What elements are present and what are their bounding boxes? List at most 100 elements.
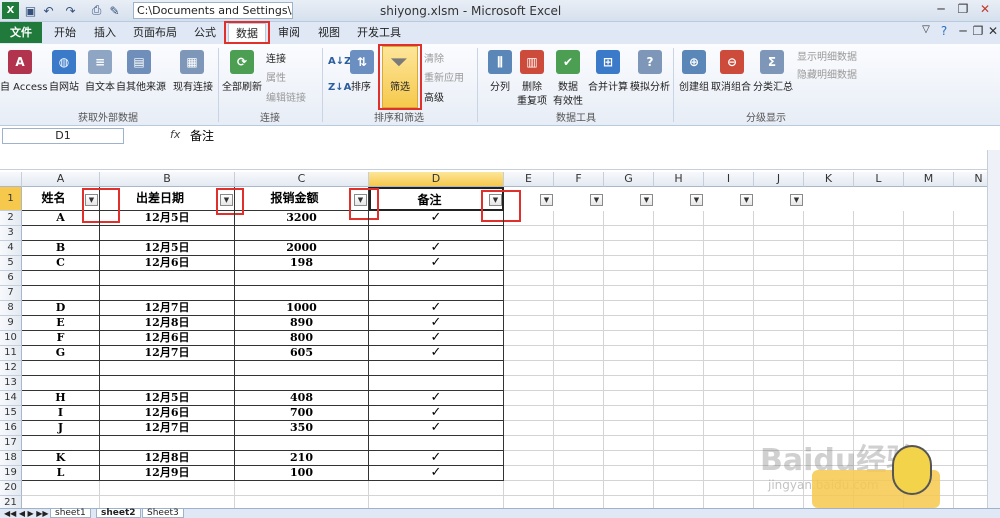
empty-cell[interactable] (604, 286, 654, 301)
empty-cell[interactable] (504, 466, 554, 481)
column-header[interactable]: D (369, 172, 504, 187)
brush-icon[interactable]: ✎ (106, 2, 123, 19)
empty-cell[interactable] (654, 421, 704, 436)
empty-cell[interactable] (704, 271, 754, 286)
ungroup-button[interactable]: 取消组合 (710, 78, 752, 93)
empty-cell[interactable] (554, 451, 604, 466)
empty-cell[interactable] (554, 256, 604, 271)
empty-cell[interactable] (654, 481, 704, 496)
cell-amount[interactable] (235, 271, 369, 286)
tab-developer[interactable]: 开发工具 (350, 23, 408, 43)
empty-cell[interactable] (854, 226, 904, 241)
cell-note[interactable] (369, 361, 504, 376)
column-header[interactable]: J (754, 172, 804, 187)
row-header[interactable]: 4 (0, 241, 22, 256)
empty-cell[interactable] (754, 301, 804, 316)
empty-cell[interactable] (754, 271, 804, 286)
restore-icon[interactable]: ❐ (952, 2, 974, 19)
remove-duplicates-label-1[interactable]: 删除 (514, 78, 550, 93)
group-button[interactable]: 创建组 (676, 78, 712, 93)
empty-cell[interactable] (854, 211, 904, 226)
empty-cell[interactable] (704, 256, 754, 271)
filter-dropdown-icon[interactable]: ▼ (790, 194, 803, 206)
empty-cell[interactable] (604, 226, 654, 241)
undo-icon[interactable]: ↶ (40, 2, 57, 19)
empty-cell[interactable] (604, 421, 654, 436)
empty-cell[interactable] (704, 421, 754, 436)
empty-cell[interactable] (604, 241, 654, 256)
empty-cell[interactable] (754, 376, 804, 391)
column-header[interactable]: L (854, 172, 904, 187)
sheet-tab-3[interactable]: Sheet3 (142, 509, 184, 518)
cell-name[interactable]: K (22, 451, 100, 466)
cell-amount[interactable]: 700 (235, 406, 369, 421)
row-header[interactable]: 20 (0, 481, 22, 496)
empty-cell[interactable] (654, 391, 704, 406)
cell-date[interactable] (100, 226, 235, 241)
empty-cell[interactable] (854, 376, 904, 391)
connections-button[interactable]: 连接 (266, 50, 286, 65)
empty-cell[interactable] (854, 256, 904, 271)
cell-name[interactable] (22, 271, 100, 286)
cell-amount[interactable]: 408 (235, 391, 369, 406)
column-header[interactable]: A (22, 172, 100, 187)
cell-note[interactable]: ✓ (369, 331, 504, 346)
empty-cell[interactable] (604, 436, 654, 451)
empty-cell[interactable] (654, 406, 704, 421)
empty-cell[interactable] (604, 376, 654, 391)
empty-cell[interactable] (504, 481, 554, 496)
select-all-corner[interactable] (0, 172, 22, 187)
row-header[interactable]: 8 (0, 301, 22, 316)
empty-cell[interactable] (504, 376, 554, 391)
empty-cell[interactable] (804, 256, 854, 271)
empty-cell[interactable] (504, 301, 554, 316)
row-header[interactable]: 1 (0, 187, 22, 211)
row-header[interactable]: 18 (0, 451, 22, 466)
empty-cell[interactable] (554, 331, 604, 346)
filter-dropdown-icon[interactable]: ▼ (690, 194, 703, 206)
empty-cell[interactable] (554, 361, 604, 376)
excel-logo-icon[interactable]: X (2, 2, 19, 19)
empty-cell[interactable] (804, 346, 854, 361)
row-header[interactable]: 3 (0, 226, 22, 241)
cell-amount[interactable]: 210 (235, 451, 369, 466)
cell-amount[interactable]: 350 (235, 421, 369, 436)
empty-cell[interactable] (854, 286, 904, 301)
sort-button[interactable]: 排序 (346, 78, 376, 93)
empty-cell[interactable] (504, 406, 554, 421)
empty-cell[interactable] (704, 316, 754, 331)
cell-note[interactable] (369, 436, 504, 451)
empty-cell[interactable] (654, 451, 704, 466)
empty-cell[interactable] (854, 271, 904, 286)
empty-cell[interactable] (854, 361, 904, 376)
cell-name[interactable]: L (22, 466, 100, 481)
empty-cell[interactable] (704, 436, 754, 451)
empty-cell[interactable] (804, 331, 854, 346)
empty-cell[interactable] (754, 346, 804, 361)
empty-cell[interactable] (654, 361, 704, 376)
cell-amount[interactable]: 2000 (235, 241, 369, 256)
cell-date[interactable]: 12月5日 (100, 391, 235, 406)
empty-cell[interactable] (654, 436, 704, 451)
other-sources-button[interactable]: 自其他来源 (116, 78, 166, 93)
empty-cell[interactable] (854, 316, 904, 331)
column-header[interactable]: I (704, 172, 754, 187)
filter-dropdown-icon[interactable]: ▼ (740, 194, 753, 206)
empty-cell[interactable] (854, 406, 904, 421)
cell-name[interactable]: H (22, 391, 100, 406)
filter-dropdown-icon[interactable]: ▼ (640, 194, 653, 206)
sheet-tab-1[interactable]: sheet1 (50, 509, 91, 518)
cell-amount[interactable]: 100 (235, 466, 369, 481)
cell-amount[interactable] (235, 481, 369, 496)
cell-date[interactable]: 12月6日 (100, 406, 235, 421)
empty-cell[interactable] (654, 331, 704, 346)
empty-cell[interactable] (854, 421, 904, 436)
empty-cell[interactable] (804, 406, 854, 421)
empty-cell[interactable] (604, 481, 654, 496)
empty-cell[interactable] (704, 301, 754, 316)
empty-cell[interactable] (604, 451, 654, 466)
empty-cell[interactable] (504, 226, 554, 241)
empty-cell[interactable] (904, 256, 954, 271)
empty-cell[interactable] (804, 211, 854, 226)
empty-cell[interactable] (904, 391, 954, 406)
